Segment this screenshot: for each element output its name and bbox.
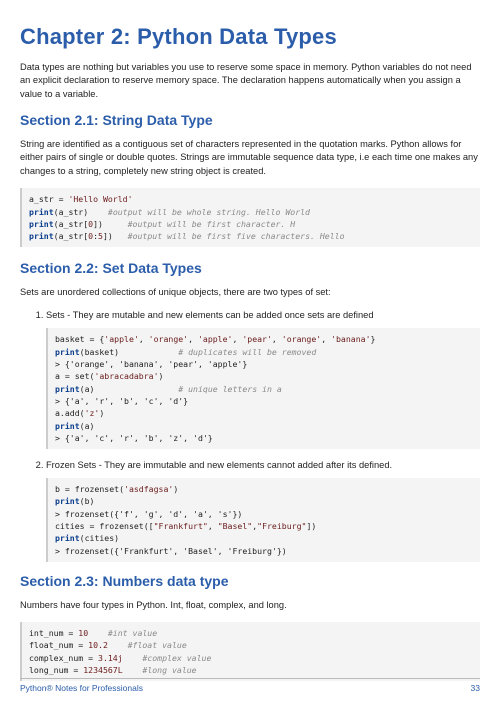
section-23-title: Section 2.3: Numbers data type — [20, 572, 480, 592]
code-block-numbers: int_num = 10 #int value float_num = 10.2… — [20, 622, 480, 681]
section-22-text: Sets are unordered collections of unique… — [20, 286, 480, 299]
intro-paragraph: Data types are nothing but variables you… — [20, 61, 480, 101]
item-2-text: Frozen Sets - They are immutable and new… — [46, 460, 392, 470]
section-23-text: Numbers have four types in Python. Int, … — [20, 599, 480, 612]
list-item: Frozen Sets - They are immutable and new… — [46, 459, 480, 562]
section-21-title: Section 2.1: String Data Type — [20, 111, 480, 131]
section-21-text: String are identified as a contiguous se… — [20, 138, 480, 178]
item-1-text: Sets - They are mutable and new elements… — [46, 310, 374, 320]
chapter-title: Chapter 2: Python Data Types — [20, 22, 480, 53]
list-item: Sets - They are mutable and new elements… — [46, 309, 480, 449]
page-footer: Python® Notes for Professionals 33 — [20, 678, 480, 695]
footer-book-title: Python® Notes for Professionals — [20, 683, 143, 695]
code-block-string: a_str = 'Hello World' print(a_str) #outp… — [20, 188, 480, 247]
code-block-set: basket = {'apple', 'orange', 'apple', 'p… — [46, 328, 480, 449]
set-type-list: Sets - They are mutable and new elements… — [46, 309, 480, 561]
section-22-title: Section 2.2: Set Data Types — [20, 259, 480, 279]
footer-page-number: 33 — [471, 683, 480, 695]
code-block-frozenset: b = frozenset('asdfagsa') print(b) > fro… — [46, 478, 480, 562]
